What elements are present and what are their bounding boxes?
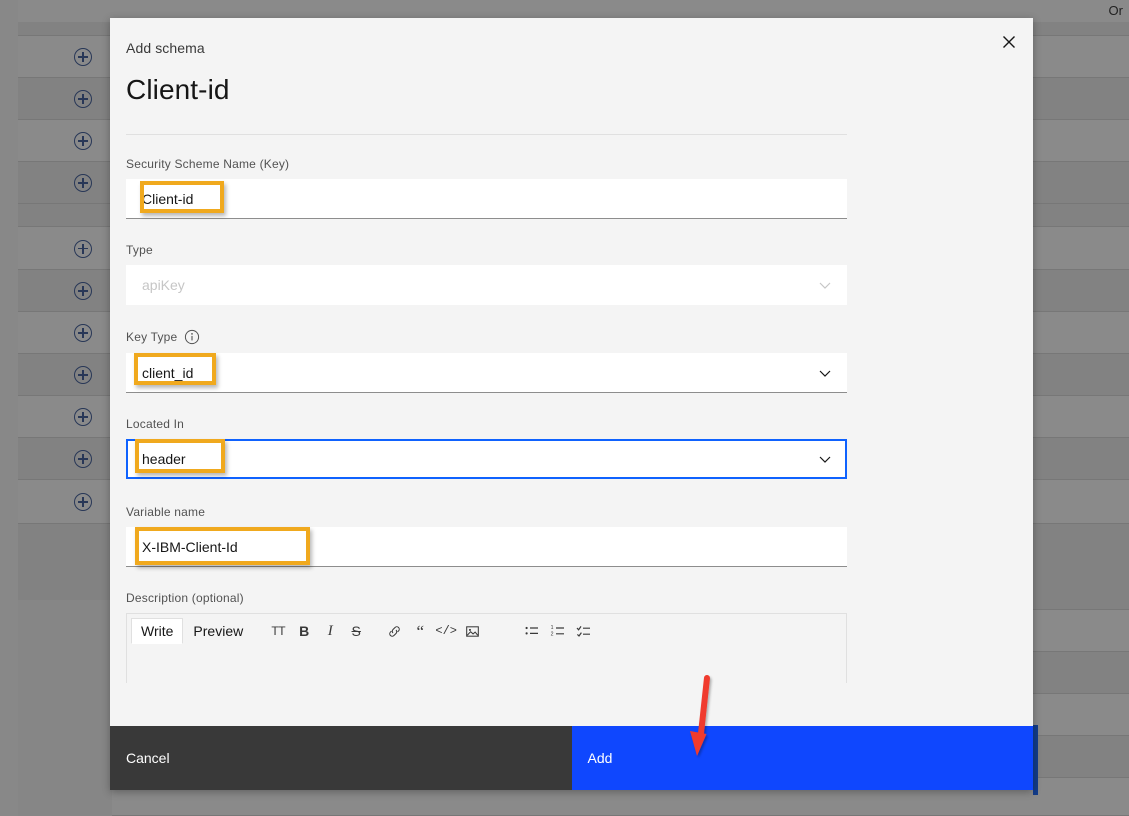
security-scheme-name-input[interactable]: Client-id <box>126 179 847 219</box>
field-label-key-type: Key Type <box>126 329 847 345</box>
task-list-icon[interactable] <box>571 618 597 644</box>
add-button[interactable]: Add <box>572 726 1034 790</box>
link-icon[interactable] <box>381 618 407 644</box>
title-divider <box>126 134 847 135</box>
quote-icon[interactable]: “ <box>407 618 433 644</box>
located-in-select[interactable]: header <box>126 439 847 479</box>
description-textarea[interactable] <box>127 648 846 682</box>
page-title: Client-id <box>126 74 1017 106</box>
field-variable-name: Variable name X-IBM-Client-Id <box>126 505 847 567</box>
label-text: Type <box>126 243 153 257</box>
field-label-type: Type <box>126 243 847 257</box>
close-icon[interactable] <box>985 18 1033 66</box>
field-type: Type apiKey <box>126 243 847 305</box>
bold-icon[interactable]: B <box>291 618 317 644</box>
description-editor: Write Preview TT B I S “ < <box>126 613 847 683</box>
strikethrough-icon[interactable]: S <box>343 618 369 644</box>
input-value: X-IBM-Client-Id <box>142 539 238 555</box>
label-text: Description (optional) <box>126 591 244 605</box>
image-icon[interactable] <box>459 618 485 644</box>
chevron-down-icon <box>817 277 833 293</box>
code-icon[interactable]: </> <box>433 618 459 644</box>
modal-footer: Cancel Add <box>110 726 1033 790</box>
field-label-security-scheme-name: Security Scheme Name (Key) <box>126 157 847 171</box>
field-description: Description (optional) Write Preview TT … <box>126 591 847 683</box>
label-text: Key Type <box>126 330 177 344</box>
input-value: Client-id <box>142 191 193 207</box>
info-icon[interactable] <box>184 329 200 345</box>
field-label-located-in: Located In <box>126 417 847 431</box>
italic-icon[interactable]: I <box>317 618 343 644</box>
tab-write[interactable]: Write <box>131 618 183 644</box>
svg-text:2: 2 <box>551 632 554 638</box>
modal-eyebrow: Add schema <box>126 40 1017 56</box>
numbered-list-icon[interactable]: 1 2 <box>545 618 571 644</box>
tab-preview[interactable]: Preview <box>183 619 253 643</box>
chevron-down-icon <box>817 451 833 467</box>
select-value: client_id <box>142 365 193 381</box>
add-schema-modal: Add schema Client-id Security Scheme Nam… <box>110 18 1033 790</box>
heading-icon[interactable]: TT <box>265 618 291 644</box>
svg-text:1: 1 <box>551 625 554 631</box>
variable-name-input[interactable]: X-IBM-Client-Id <box>126 527 847 567</box>
field-key-type: Key Type client_id <box>126 329 847 393</box>
description-toolbar: Write Preview TT B I S “ < <box>127 614 846 648</box>
chevron-down-icon <box>817 365 833 381</box>
type-select: apiKey <box>126 265 847 305</box>
field-label-variable-name: Variable name <box>126 505 847 519</box>
label-text: Security Scheme Name (Key) <box>126 157 289 171</box>
cancel-button[interactable]: Cancel <box>110 726 572 790</box>
field-located-in: Located In header <box>126 417 847 479</box>
bulleted-list-icon[interactable] <box>519 618 545 644</box>
field-label-description: Description (optional) <box>126 591 847 605</box>
select-value: header <box>142 451 186 467</box>
label-text: Located In <box>126 417 184 431</box>
label-text: Variable name <box>126 505 205 519</box>
select-value: apiKey <box>142 277 185 293</box>
field-security-scheme-name: Security Scheme Name (Key) Client-id <box>126 157 847 219</box>
modal-body: Add schema Client-id Security Scheme Nam… <box>110 18 1033 726</box>
key-type-select[interactable]: client_id <box>126 353 847 393</box>
close-glyph <box>1001 34 1017 50</box>
